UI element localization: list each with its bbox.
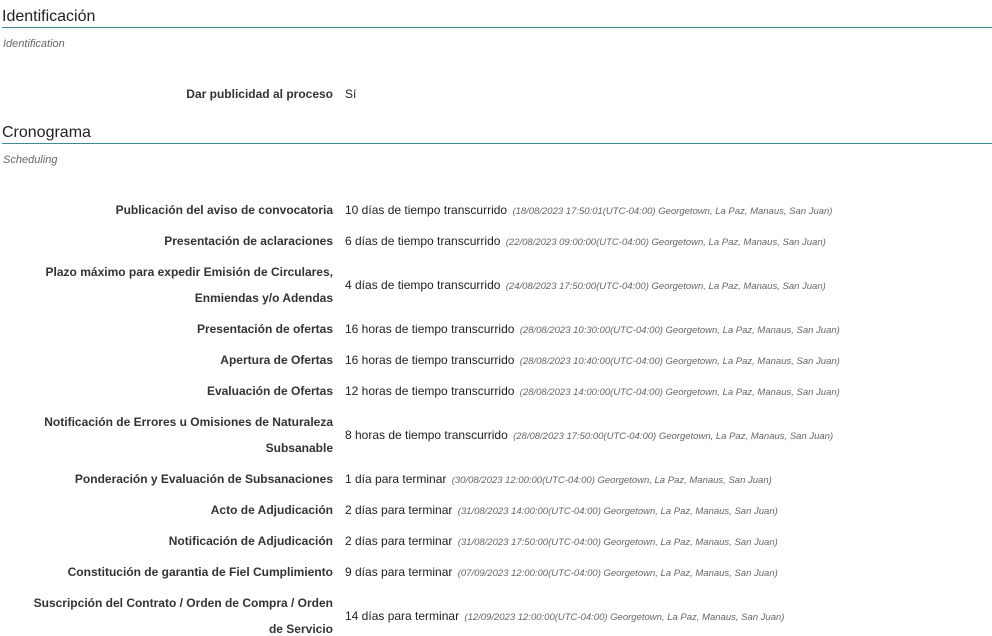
schedule-row-label: Ponderación y Evaluación de Subsanacione… [74,472,333,486]
field-row-publicidad: Dar publicidad al proceso Sí [0,81,992,107]
schedule-row-label: Acto de Adjudicación [210,503,333,517]
schedule-row: Suscripción del Contrato / Orden de Comp… [0,590,992,636]
schedule-row-date: (28/08/2023 17:50:00(UTC-04:00) Georgeto… [513,431,834,442]
schedule-row-date: (31/08/2023 17:50:00(UTC-04:00) Georgeto… [457,537,778,548]
section-subtitle-identification: Identification [3,38,65,50]
schedule-row-value: 4 días de tiempo transcurrido (24/08/202… [345,278,826,292]
schedule-row-date: (31/08/2023 14:00:00(UTC-04:00) Georgeto… [457,506,778,517]
schedule-row-label: Suscripción del Contrato / Orden de Comp… [33,596,333,636]
schedule-row-date: (12/09/2023 12:00:00(UTC-04:00) Georgeto… [464,612,785,623]
schedule-row-label: Constitución de garantia de Fiel Cumplim… [67,565,333,579]
schedule-row-date: (07/09/2023 12:00:00(UTC-04:00) Georgeto… [457,568,778,579]
schedule-row-label: Notificación de Errores u Omisiones de N… [44,415,333,455]
schedule-row-status: 1 día para terminar [345,472,447,486]
schedule-row-status: 16 horas de tiempo transcurrido [345,322,515,336]
schedule-row-value: 16 horas de tiempo transcurrido (28/08/2… [345,322,840,336]
schedule-row-label: Publicación del aviso de convocatoria [115,203,333,217]
schedule-row: Plazo máximo para expedir Emisión de Cir… [0,259,992,311]
schedule-row-status: 4 días de tiempo transcurrido [345,278,501,292]
schedule-row: Notificación de Errores u Omisiones de N… [0,409,992,461]
schedule-row: Presentación de aclaraciones 6 días de ti… [0,228,992,254]
field-value-publicidad: Sí [345,87,357,101]
field-label-publicidad: Dar publicidad al proceso [186,87,333,101]
schedule-row-date: (18/08/2023 17:50:01(UTC-04:00) Georgeto… [512,206,833,217]
process-detail-page: Identificación Identification Dar public… [0,0,992,636]
schedule-row-label: Evaluación de Ofertas [206,384,333,398]
schedule-row-status: 8 horas de tiempo transcurrido [345,428,508,442]
section-title-cronograma: Cronograma [2,116,992,144]
schedule-row-value: 1 día para terminar (30/08/2023 12:00:00… [345,472,772,486]
schedule-row-date: (28/08/2023 10:30:00(UTC-04:00) Georgeto… [519,325,840,336]
schedule-row-value: 14 días para terminar (12/09/2023 12:00:… [345,609,784,623]
schedule-row-date: (28/08/2023 10:40:00(UTC-04:00) Georgeto… [519,356,840,367]
schedule-row-value: 2 días para terminar (31/08/2023 17:50:0… [345,534,778,548]
identificacion-fields: Dar publicidad al proceso Sí [0,81,992,107]
schedule-row-status: 9 días para terminar [345,565,453,579]
schedule-row-label: Notificación de Adjudicación [168,534,333,548]
schedule-row-label: Plazo máximo para expedir Emisión de Cir… [45,265,333,305]
schedule-row-value: 10 días de tiempo transcurrido (18/08/20… [345,203,832,217]
schedule-row-date: (24/08/2023 17:50:00(UTC-04:00) Georgeto… [505,281,826,292]
schedule-row-date: (22/08/2023 09:00:00(UTC-04:00) Georgeto… [505,237,826,248]
schedule-row-value: 9 días para terminar (07/09/2023 12:00:0… [345,565,778,579]
schedule-row-status: 12 horas de tiempo transcurrido [345,384,515,398]
schedule-row-label: Presentación de aclaraciones [164,234,333,248]
schedule-row-value: 8 horas de tiempo transcurrido (28/08/20… [345,428,833,442]
schedule-row: Ponderación y Evaluación de Subsanacione… [0,466,992,492]
section-title-identificacion: Identificación [2,0,992,28]
schedule-row: Presentación de ofertas 16 horas de tiemp… [0,316,992,342]
schedule-row-status: 10 días de tiempo transcurrido [345,203,508,217]
schedule-row-label: Apertura de Ofertas [220,353,333,367]
schedule-row-status: 14 días para terminar [345,609,460,623]
schedule-row: Acto de Adjudicación 2 días para terminar… [0,497,992,523]
schedule-row-label: Presentación de ofertas [196,322,333,336]
schedule-table: Publicación del aviso de convocatoria 10 … [0,197,992,636]
schedule-row-status: 16 horas de tiempo transcurrido [345,353,515,367]
schedule-row: Notificación de Adjudicación 2 días para … [0,528,992,554]
schedule-row-value: 16 horas de tiempo transcurrido (28/08/2… [345,353,840,367]
schedule-row-date: (28/08/2023 14:00:00(UTC-04:00) Georgeto… [519,387,840,398]
schedule-row-status: 2 días para terminar [345,534,453,548]
schedule-row-status: 2 días para terminar [345,503,453,517]
schedule-row: Evaluación de Ofertas 12 horas de tiempo … [0,378,992,404]
section-subtitle-scheduling: Scheduling [3,154,58,166]
schedule-row: Apertura de Ofertas 16 horas de tiempo tr… [0,347,992,373]
schedule-row-value: 6 días de tiempo transcurrido (22/08/202… [345,234,826,248]
schedule-row-status: 6 días de tiempo transcurrido [345,234,501,248]
schedule-row-value: 12 horas de tiempo transcurrido (28/08/2… [345,384,840,398]
schedule-row-date: (30/08/2023 12:00:00(UTC-04:00) Georgeto… [451,475,772,486]
schedule-row: Constitución de garantia de Fiel Cumplim… [0,559,992,585]
schedule-row-value: 2 días para terminar (31/08/2023 14:00:0… [345,503,778,517]
schedule-row: Publicación del aviso de convocatoria 10 … [0,197,992,223]
